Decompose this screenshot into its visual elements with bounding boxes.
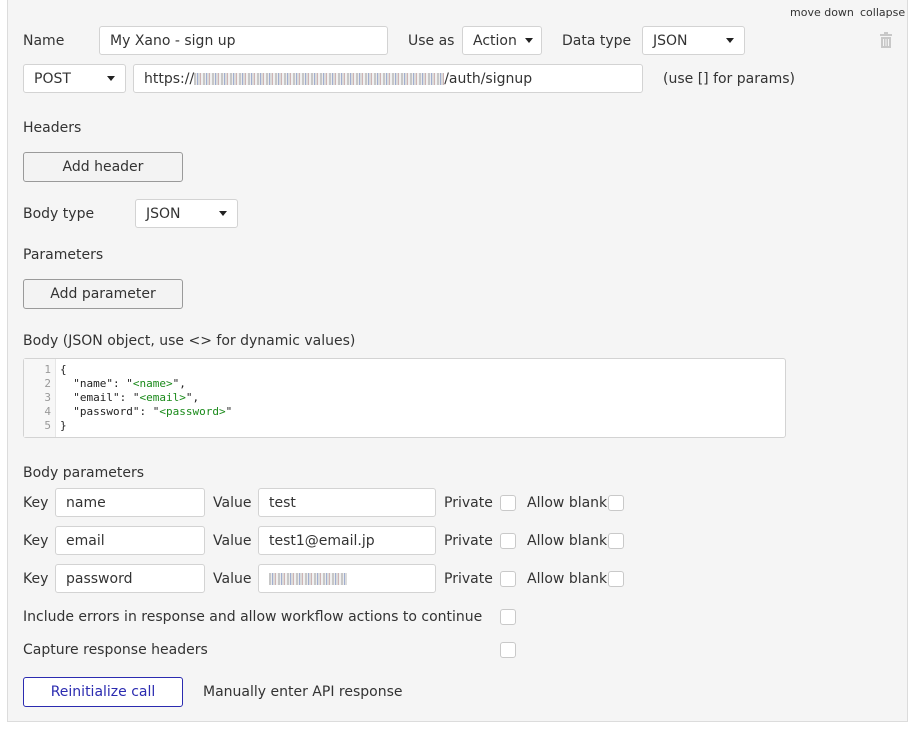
line-number: 3 (44, 391, 51, 404)
capture-headers-checkbox[interactable] (500, 642, 516, 658)
method-dropdown[interactable]: POST (23, 64, 126, 93)
private-checkbox[interactable] (500, 533, 516, 549)
data-type-value: JSON (653, 32, 688, 49)
body-label: Body (JSON object, use <> for dynamic va… (23, 333, 356, 349)
code-line: "email": "<email>", (60, 391, 200, 404)
value-label: Value (213, 495, 252, 511)
add-parameter-button[interactable]: Add parameter (23, 279, 183, 309)
value-value: test1@email.jp (269, 532, 375, 549)
code-line: "password": "<password>" (60, 405, 233, 418)
line-number: 2 (44, 377, 51, 390)
key-value: email (66, 532, 105, 549)
data-type-label: Data type (562, 33, 632, 49)
line-number: 1 (44, 363, 51, 376)
allow-blank-label: Allow blank (527, 495, 608, 511)
body-type-dropdown[interactable]: JSON (135, 199, 238, 228)
parameters-title: Parameters (23, 247, 104, 263)
allow-blank-label: Allow blank (527, 571, 608, 587)
line-number: 4 (44, 405, 51, 418)
private-checkbox[interactable] (500, 495, 516, 511)
allow-blank-checkbox[interactable] (608, 571, 624, 587)
chevron-down-icon (726, 38, 734, 43)
data-type-dropdown[interactable]: JSON (642, 26, 745, 55)
key-value: password (66, 570, 133, 587)
method-value: POST (34, 70, 71, 87)
allow-blank-checkbox[interactable] (608, 533, 624, 549)
chevron-down-icon (524, 38, 533, 43)
headers-title: Headers (23, 120, 82, 136)
name-label: Name (23, 33, 65, 49)
body-param-value-input[interactable] (258, 564, 436, 593)
body-parameters-title: Body parameters (23, 465, 144, 481)
private-label: Private (444, 533, 493, 549)
url-suffix: /auth/signup (444, 70, 533, 87)
key-label: Key (23, 571, 49, 587)
value-label: Value (213, 533, 252, 549)
allow-blank-checkbox[interactable] (608, 495, 624, 511)
value-label: Value (213, 571, 252, 587)
code-line: "name": "<name>", (60, 377, 186, 390)
redacted-host (194, 72, 445, 85)
body-type-label: Body type (23, 206, 95, 222)
redacted-password (269, 572, 347, 585)
include-errors-label: Include errors in response and allow wor… (23, 609, 483, 625)
key-label: Key (23, 495, 49, 511)
value-value: test (269, 494, 296, 511)
url-hint: (use [] for params) (663, 71, 795, 87)
use-as-label: Use as (408, 33, 455, 49)
code-line: } (60, 419, 67, 432)
line-number-gutter: 1 2 3 4 5 (24, 359, 56, 437)
manually-enter-response-link[interactable]: Manually enter API response (203, 684, 402, 700)
url-input[interactable]: https:// /auth/signup (133, 64, 643, 93)
allow-blank-label: Allow blank (527, 533, 608, 549)
key-label: Key (23, 533, 49, 549)
url-prefix: https:// (144, 70, 195, 87)
use-as-dropdown[interactable]: Action (462, 26, 542, 55)
body-param-key-input[interactable]: email (55, 526, 205, 555)
chevron-down-icon (219, 211, 227, 216)
capture-headers-label: Capture response headers (23, 642, 208, 658)
move-down-link[interactable]: move down (790, 6, 854, 19)
chevron-down-icon (107, 76, 115, 81)
use-as-value: Action (473, 32, 517, 49)
body-param-key-input[interactable]: password (55, 564, 205, 593)
reinitialize-call-button[interactable]: Reinitialize call (23, 677, 183, 707)
body-param-value-input[interactable]: test (258, 488, 436, 517)
private-label: Private (444, 571, 493, 587)
line-number: 5 (44, 419, 51, 432)
body-code-editor[interactable]: 1 2 3 4 5 { "name": "<name>", "email": "… (23, 358, 786, 438)
body-type-value: JSON (146, 205, 181, 222)
key-value: name (66, 494, 106, 511)
code-line: { (60, 363, 67, 376)
body-param-key-input[interactable]: name (55, 488, 205, 517)
collapse-link[interactable]: collapse (860, 6, 905, 19)
name-input[interactable]: My Xano - sign up (99, 26, 388, 55)
name-input-value: My Xano - sign up (110, 32, 236, 49)
private-label: Private (444, 495, 493, 511)
include-errors-checkbox[interactable] (500, 609, 516, 625)
add-header-button[interactable]: Add header (23, 152, 183, 182)
body-param-value-input[interactable]: test1@email.jp (258, 526, 436, 555)
private-checkbox[interactable] (500, 571, 516, 587)
trash-icon[interactable] (879, 32, 893, 52)
